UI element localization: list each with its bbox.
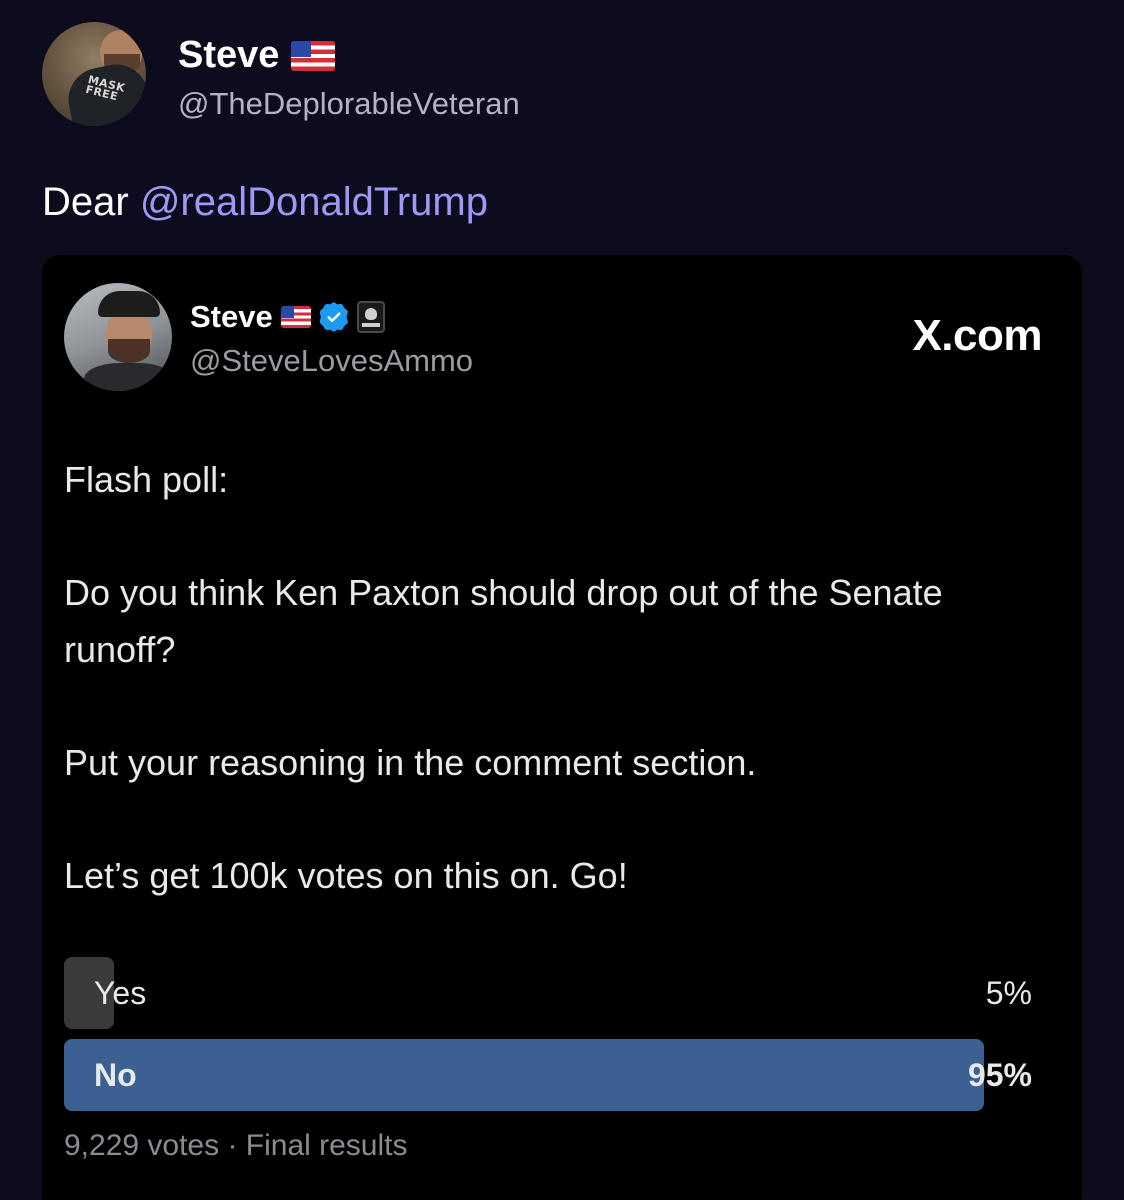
embedded-author-handle[interactable]: @SteveLovesAmmo — [190, 343, 473, 379]
us-flag-icon — [280, 306, 311, 328]
mention-link[interactable]: @realDonaldTrump — [140, 180, 488, 224]
skull-shape — [364, 307, 377, 320]
avatar-shirt — [84, 363, 172, 391]
badge-bar — [361, 322, 380, 327]
poll-option-no[interactable]: No 95% — [64, 1039, 1032, 1111]
poll-option-label: No — [94, 1057, 137, 1093]
avatar-beard — [108, 339, 150, 363]
poll-meta: 9,229 votes · Final results — [64, 1129, 408, 1162]
poll-option-percent: 95% — [967, 1057, 1032, 1093]
source-label: X.com — [912, 311, 1042, 360]
embedded-author-name-row[interactable]: Steve — [190, 299, 385, 335]
post-paragraph: Let’s get 100k votes on this on. Go! — [64, 855, 628, 896]
us-flag-icon — [291, 40, 336, 71]
post-paragraph: Do you think Ken Paxton should drop out … — [64, 572, 943, 670]
poll-option-yes[interactable]: Yes 5% — [64, 957, 1032, 1029]
embedded-post-card[interactable]: Steve @SteveLovesAmmo X.com Flash poll: … — [42, 255, 1082, 1200]
embedded-post-body: Flash poll: Do you think Ken Paxton shou… — [64, 451, 1024, 904]
poll-bar — [64, 1039, 984, 1111]
post-text: Dear @realDonaldTrump — [42, 180, 488, 225]
poll-option-percent: 5% — [985, 975, 1032, 1011]
outer-author-name-row[interactable]: Steve — [178, 34, 336, 77]
embedded-author-avatar[interactable] — [64, 283, 172, 391]
post-paragraph: Flash poll: — [64, 459, 229, 500]
verified-badge-icon — [319, 302, 349, 332]
post-text-prefix: Dear — [42, 180, 140, 224]
post-paragraph: Put your reasoning in the comment sectio… — [64, 742, 757, 783]
poll-option-label: Yes — [94, 975, 147, 1011]
outer-author-name[interactable]: Steve — [178, 34, 279, 77]
avatar-cap — [98, 291, 160, 317]
affiliate-badge-icon[interactable] — [356, 301, 385, 333]
embedded-author-name[interactable]: Steve — [190, 299, 273, 335]
outer-author-avatar[interactable]: MASK FREE — [42, 22, 146, 126]
poll: Yes 5% No 95% — [64, 957, 1032, 1121]
outer-author-handle[interactable]: @TheDeplorableVeteran — [178, 86, 520, 122]
